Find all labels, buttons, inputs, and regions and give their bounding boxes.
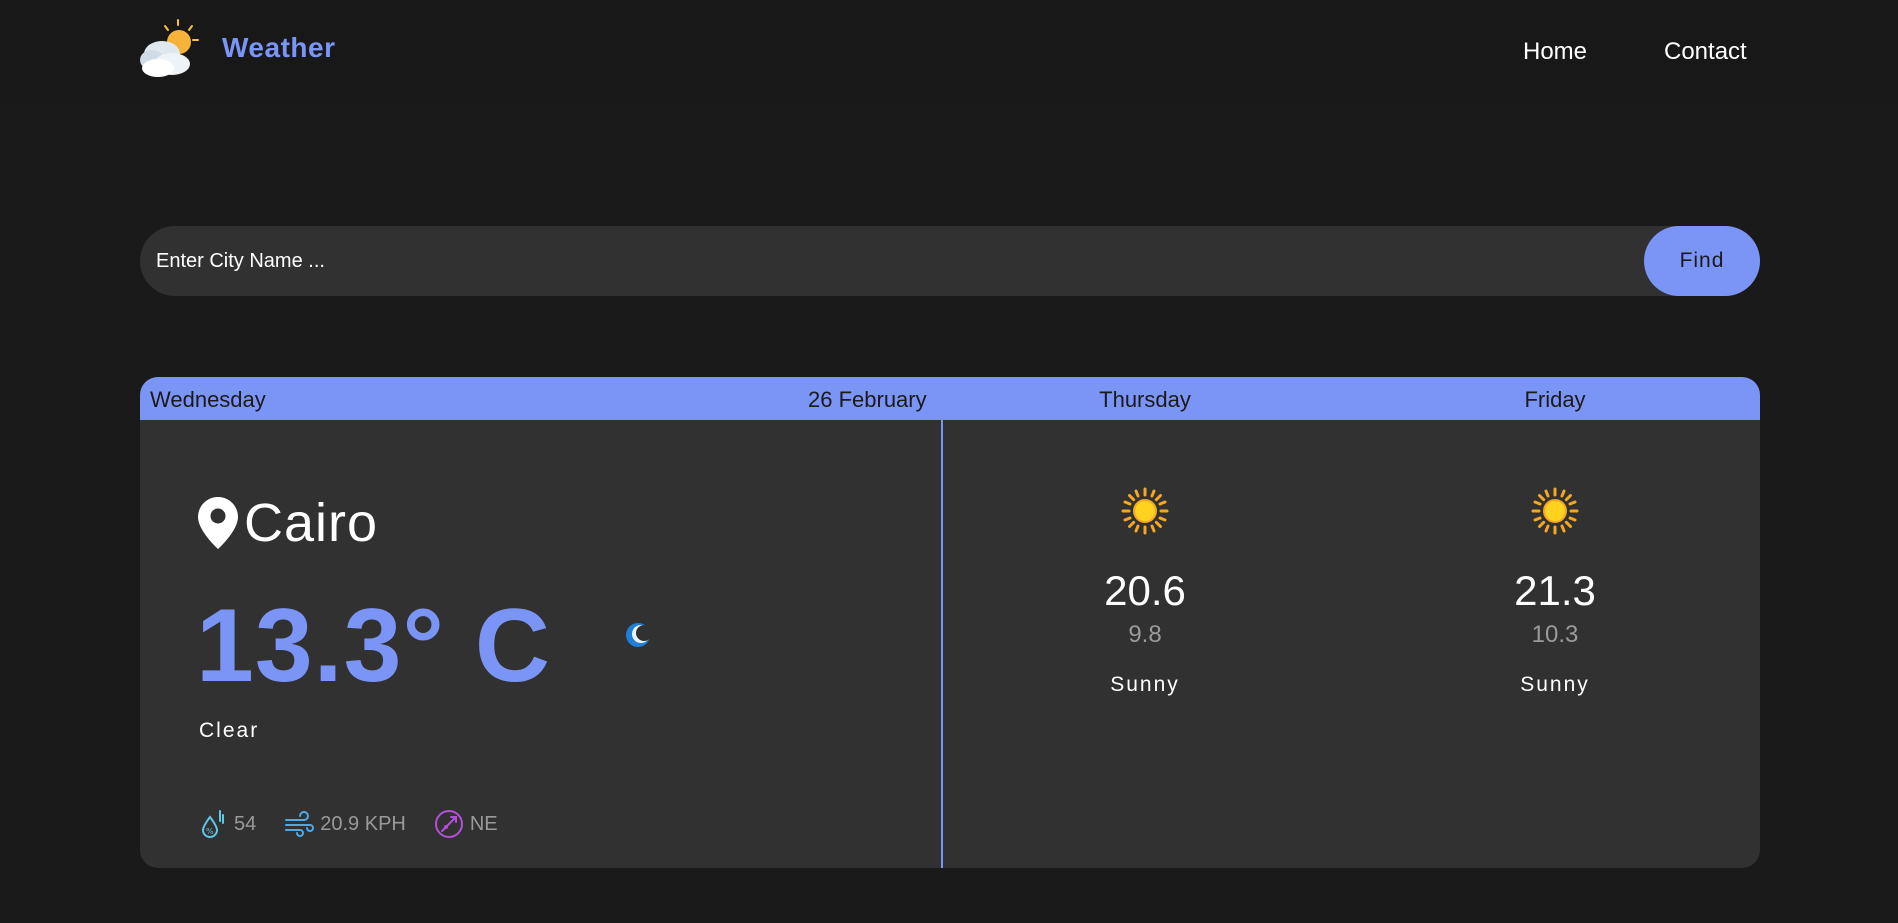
nav-link-contact[interactable]: Contact — [1664, 38, 1747, 66]
wind-direction-stat: NE — [434, 809, 498, 839]
forecast-condition: Sunny — [1110, 673, 1180, 696]
find-button[interactable]: Find — [1644, 226, 1760, 296]
today-day-label: Wednesday — [150, 387, 266, 412]
compass-icon — [434, 810, 463, 838]
brand-name: Weather — [222, 32, 336, 63]
card-header: Wednesday 26 February Thursday Friday — [140, 377, 1760, 420]
forecast-condition: Sunny — [1520, 673, 1590, 696]
search-bar: Find — [140, 226, 1760, 296]
svg-text:%: % — [206, 827, 214, 836]
forecast-min-temp: 9.8 — [1128, 621, 1162, 648]
forecast-day-label: Friday — [1524, 387, 1586, 412]
humidity-value: 54 — [234, 812, 257, 835]
brand[interactable]: Weather — [138, 18, 335, 78]
city-search-input[interactable] — [140, 226, 1620, 296]
sun-icon — [1121, 487, 1169, 535]
nav-link-home[interactable]: Home — [1523, 38, 1587, 66]
forecast-day: 21.3 10.3 Sunny — [1350, 487, 1760, 697]
weather-card: Wednesday 26 February Thursday Friday Ca… — [140, 377, 1760, 868]
humidity-stat: % 54 — [198, 809, 256, 839]
today-date-label: 26 February — [808, 387, 927, 412]
forecast-min-temp: 10.3 — [1531, 621, 1579, 648]
location-pin-icon — [198, 497, 238, 549]
forecast-day: 20.6 9.8 Sunny — [940, 487, 1350, 697]
navbar: Weather Home Contact — [0, 0, 1898, 104]
current-temperature: 13.3° C — [196, 588, 552, 704]
forecast-max-temp: 21.3 — [1514, 567, 1596, 614]
city-row: Cairo — [198, 492, 378, 554]
forecast-day-label: Thursday — [1099, 387, 1191, 412]
sun-icon — [1531, 487, 1579, 535]
city-name: Cairo — [244, 493, 379, 553]
partly-cloudy-logo-icon — [140, 19, 199, 77]
wind-speed-value: 20.9 KPH — [320, 812, 406, 835]
humidity-drops-icon: % — [201, 810, 224, 838]
wind-direction-value: NE — [469, 812, 498, 835]
wind-speed-stat: 20.9 KPH — [284, 809, 406, 839]
current-condition: Clear — [199, 719, 260, 742]
moon-icon — [626, 623, 652, 647]
weather-stats: % 54 20.9 KPH NE — [198, 809, 526, 839]
wind-icon — [285, 811, 315, 837]
forecast-max-temp: 20.6 — [1104, 567, 1186, 614]
